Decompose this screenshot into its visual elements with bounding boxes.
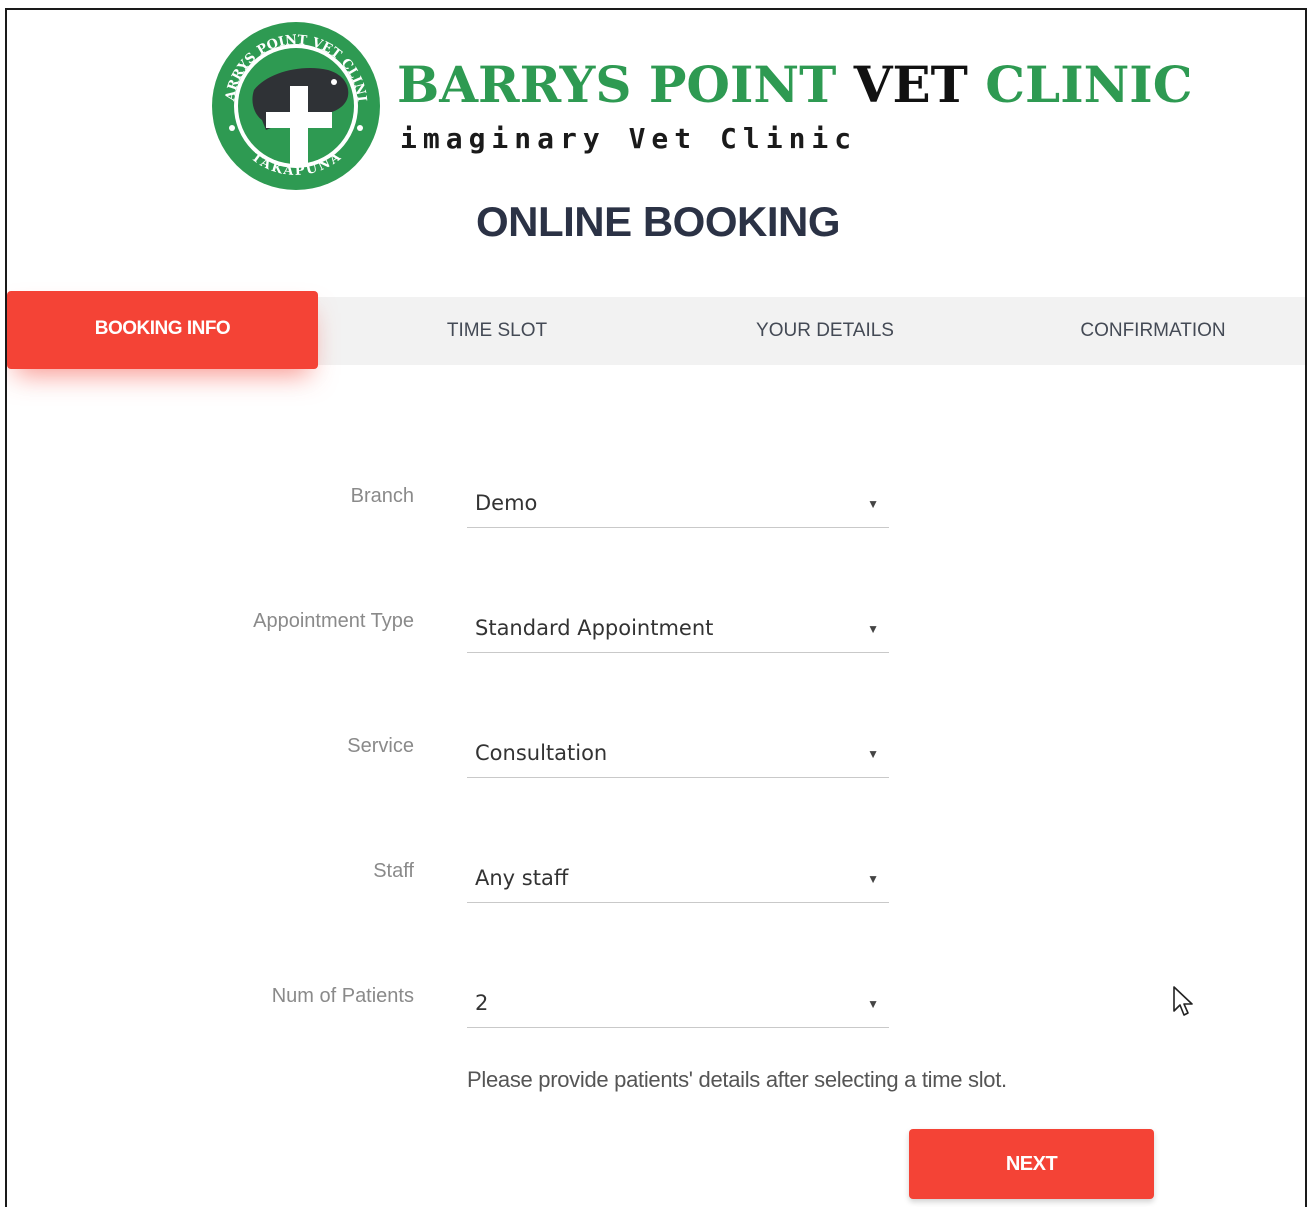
appointment-type-label: Appointment Type bbox=[253, 610, 414, 632]
brand-name: BARRYS POINT VET CLINIC bbox=[397, 55, 1193, 115]
tab-booking-info[interactable]: BOOKING INFO bbox=[7, 291, 318, 369]
page-title: ONLINE BOOKING bbox=[475, 198, 841, 245]
branch-value: Demo bbox=[475, 491, 538, 515]
num-patients-row: Num of Patients 2 ▼ bbox=[7, 985, 1305, 1055]
staff-select[interactable]: Any staff ▼ bbox=[467, 860, 889, 903]
tab-confirmation[interactable]: CONFIRMATION bbox=[1053, 297, 1253, 365]
staff-row: Staff Any staff ▼ bbox=[7, 860, 1305, 930]
brand-name-part2: VET bbox=[853, 55, 968, 114]
branch-label: Branch bbox=[350, 485, 414, 507]
dropdown-caret-icon: ▼ bbox=[867, 622, 879, 636]
brand-tagline: imaginary Vet Clinic bbox=[400, 122, 858, 155]
brand-name-part3: CLINIC bbox=[985, 55, 1193, 114]
booking-page: BARRYS POINT VET CLINIC TAKAPUNA BARRYS … bbox=[5, 8, 1307, 1207]
num-patients-select[interactable]: 2 ▼ bbox=[467, 985, 889, 1028]
appointment-type-row: Appointment Type Standard Appointment ▼ bbox=[7, 610, 1305, 680]
dropdown-caret-icon: ▼ bbox=[867, 997, 879, 1011]
branch-row: Branch Demo ▼ bbox=[7, 485, 1305, 555]
mouse-pointer-icon bbox=[1173, 986, 1193, 1016]
branch-select[interactable]: Demo ▼ bbox=[467, 485, 889, 528]
appointment-type-value: Standard Appointment bbox=[475, 616, 714, 640]
tab-time-slot[interactable]: TIME SLOT bbox=[397, 297, 597, 365]
service-label: Service bbox=[347, 735, 414, 757]
clinic-logo: BARRYS POINT VET CLINIC TAKAPUNA bbox=[210, 20, 380, 190]
service-select[interactable]: Consultation ▼ bbox=[467, 735, 889, 778]
tab-your-details[interactable]: YOUR DETAILS bbox=[725, 297, 925, 365]
patients-hint: Please provide patients' details after s… bbox=[467, 1067, 1007, 1092]
staff-label: Staff bbox=[373, 860, 414, 882]
dropdown-caret-icon: ▼ bbox=[867, 747, 879, 761]
service-value: Consultation bbox=[475, 741, 608, 765]
brand-name-part1: BARRYS POINT bbox=[397, 55, 837, 114]
staff-value: Any staff bbox=[475, 866, 569, 890]
service-row: Service Consultation ▼ bbox=[7, 735, 1305, 805]
num-patients-label: Num of Patients bbox=[271, 985, 414, 1007]
step-tabs: BOOKING INFO TIME SLOT YOUR DETAILS CONF… bbox=[7, 291, 1305, 369]
dropdown-caret-icon: ▼ bbox=[867, 497, 879, 511]
num-patients-value: 2 bbox=[475, 991, 489, 1015]
next-button[interactable]: NEXT bbox=[909, 1129, 1154, 1199]
dropdown-caret-icon: ▼ bbox=[867, 872, 879, 886]
appointment-type-select[interactable]: Standard Appointment ▼ bbox=[467, 610, 889, 653]
